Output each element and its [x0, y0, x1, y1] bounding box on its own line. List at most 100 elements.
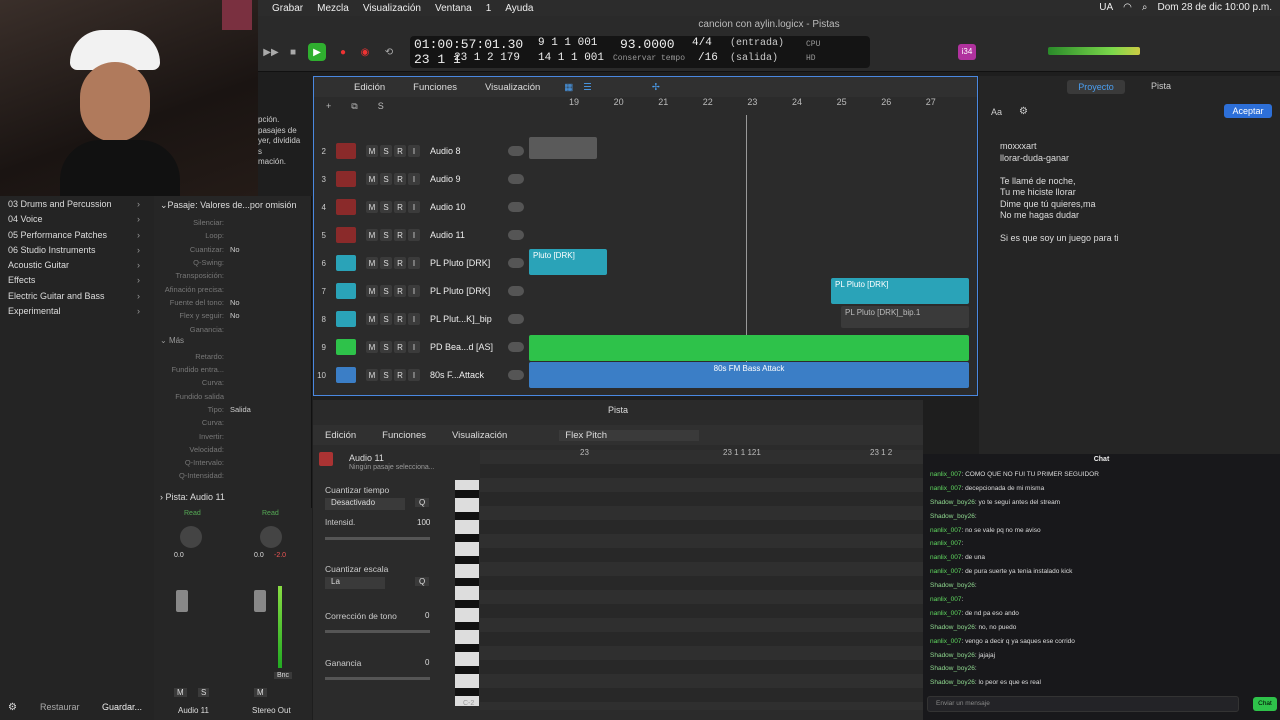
bounce-button[interactable]: Bnc [274, 672, 293, 679]
inspector-row[interactable]: Velocidad: [154, 443, 311, 456]
record-enable-button[interactable]: R [394, 257, 406, 269]
mute-button[interactable]: M [366, 341, 378, 353]
pitch-correction-slider[interactable] [325, 630, 430, 633]
ua-indicator[interactable]: UA [1099, 2, 1113, 13]
solo-button[interactable]: S [380, 201, 392, 213]
track-header[interactable]: 8 M S R I PL Plut...K]_bip [314, 305, 529, 333]
track-header[interactable]: 5 M S R I Audio 11 [314, 221, 529, 249]
font-button[interactable]: Aa [991, 107, 1002, 117]
solo-button[interactable]: S [380, 369, 392, 381]
library-item[interactable]: 03 Drums and Percussion › [0, 197, 154, 212]
input-monitor-button[interactable]: I [408, 369, 420, 381]
tab-pista[interactable]: Pista [1151, 81, 1171, 91]
library-item[interactable]: Effects › [0, 273, 154, 288]
track-toggle[interactable] [508, 286, 524, 296]
library-item[interactable]: Electric Guitar and Bass › [0, 289, 154, 304]
gear-icon[interactable]: ⚙ [8, 702, 17, 713]
mute-button[interactable]: M [366, 201, 378, 213]
inspector-row[interactable]: Fuente del tono: No [154, 296, 311, 309]
pointer-tool-icon[interactable]: ✢ [652, 82, 660, 93]
mute-button[interactable]: M [366, 229, 378, 241]
chat-username[interactable]: nanlix_007 [930, 471, 961, 478]
library-item[interactable]: 06 Studio Instruments › [0, 243, 154, 258]
chat-send-button[interactable]: Chat [1253, 697, 1277, 711]
inspector-row[interactable]: Invertir: [154, 429, 311, 442]
solo-button[interactable]: S [380, 229, 392, 241]
record-enable-button[interactable]: R [394, 173, 406, 185]
menu-mezcla[interactable]: Mezcla [317, 3, 349, 14]
solo-button[interactable]: S [380, 313, 392, 325]
automation-read[interactable]: Read [184, 510, 201, 517]
note-grid[interactable] [480, 450, 923, 710]
menu-1[interactable]: 1 [486, 3, 492, 14]
inspector-row[interactable]: Transposición: [154, 269, 311, 282]
inspector-row[interactable]: Curva: [154, 376, 311, 389]
chat-username[interactable]: Shadow_boy26 [930, 679, 975, 686]
input-monitor-button[interactable]: I [408, 257, 420, 269]
pan-knob[interactable] [180, 526, 202, 548]
track-header[interactable]: 6 M S R I PL Pluto [DRK] [314, 249, 529, 277]
track-toggle[interactable] [508, 314, 524, 324]
track-toggle[interactable] [508, 146, 524, 156]
chat-username[interactable]: nanlix_007 [930, 610, 961, 617]
inspector-row[interactable]: Tipo: Salida [154, 403, 311, 416]
track-header[interactable]: 7 M S R I PL Pluto [DRK] [314, 277, 529, 305]
inspector-header[interactable]: ⌄ Pasaje: Valores de...por omisión [154, 196, 311, 214]
inspector-row[interactable]: Silenciar: [154, 216, 311, 229]
chat-username[interactable]: Shadow_boy26 [930, 582, 975, 589]
editor-edit-menu[interactable]: Edición [325, 430, 356, 441]
fader[interactable] [176, 590, 188, 612]
chat-username[interactable]: Shadow_boy26 [930, 513, 975, 520]
input-monitor-button[interactable]: I [408, 173, 420, 185]
editor-view-menu[interactable]: Visualización [452, 430, 507, 441]
chat-username[interactable]: nanlix_007 [930, 554, 961, 561]
record-enable-button[interactable]: R [394, 341, 406, 353]
menu-grabar[interactable]: Grabar [272, 3, 303, 14]
tab-proyecto[interactable]: Proyecto [1067, 80, 1125, 94]
solo-button[interactable]: S [380, 341, 392, 353]
mute-button[interactable]: M [174, 688, 187, 697]
chat-input[interactable]: Enviar un mensaje [927, 696, 1239, 712]
chat-username[interactable]: Shadow_boy26 [930, 652, 975, 659]
ruler[interactable]: 19 20 21 22 23 24 25 26 27 [529, 97, 977, 111]
mute-button[interactable]: M [366, 145, 378, 157]
save-button[interactable]: Guardar... [102, 702, 142, 712]
clock[interactable]: Dom 28 de dic 10:00 p.m. [1157, 2, 1272, 13]
project-notes[interactable]: moxxxart llorar-duda-ganar Te llamé de noc… [1000, 141, 1119, 245]
automation-read-2[interactable]: Read [262, 510, 279, 517]
input-monitor-button[interactable]: I [408, 201, 420, 213]
library-item[interactable]: Experimental › [0, 304, 154, 319]
chat-username[interactable]: nanlix_007 [930, 596, 961, 603]
drum-region[interactable] [529, 335, 969, 361]
library-item[interactable]: 04 Voice › [0, 212, 154, 227]
more-section[interactable]: ⌄ Más [154, 336, 311, 350]
solo-button[interactable]: S [380, 285, 392, 297]
chat-username[interactable]: Shadow_boy26 [930, 665, 975, 672]
solo-button[interactable]: S [198, 688, 210, 697]
chat-username[interactable]: nanlix_007 [930, 527, 961, 534]
inspector-row[interactable]: Fundido salida [154, 390, 311, 403]
record-enable-button[interactable]: R [394, 229, 406, 241]
menu-ayuda[interactable]: Ayuda [505, 3, 533, 14]
restore-button[interactable]: Restaurar [40, 702, 80, 712]
duplicate-icon[interactable]: ⧉ [351, 101, 357, 112]
menu-visualizacion[interactable]: Visualización [363, 3, 421, 14]
solo-button[interactable]: S [380, 173, 392, 185]
solo-mode[interactable]: S [378, 101, 384, 111]
library-item[interactable]: Acoustic Guitar › [0, 258, 154, 273]
add-track-icon[interactable]: + [326, 101, 331, 111]
inspector-row[interactable]: Q-Intervalo: [154, 456, 311, 469]
midi-region[interactable]: PL Pluto [DRK] [831, 278, 969, 304]
inspector-row[interactable]: Loop: [154, 229, 311, 242]
input-monitor-button[interactable]: I [408, 341, 420, 353]
editor-functions-menu[interactable]: Funciones [382, 430, 426, 441]
inspector-row[interactable]: Curva: [154, 416, 311, 429]
track-header[interactable]: 4 M S R I Audio 10 [314, 193, 529, 221]
inspector-row[interactable]: Ganancia: [154, 322, 311, 335]
input-monitor-button[interactable]: I [408, 285, 420, 297]
chat-username[interactable]: nanlix_007 [930, 568, 961, 575]
input-monitor-button[interactable]: I [408, 229, 420, 241]
gain-slider[interactable] [325, 677, 430, 680]
flex-mode-select[interactable]: Flex Pitch [559, 429, 700, 441]
badge[interactable]: i34 [958, 44, 976, 60]
